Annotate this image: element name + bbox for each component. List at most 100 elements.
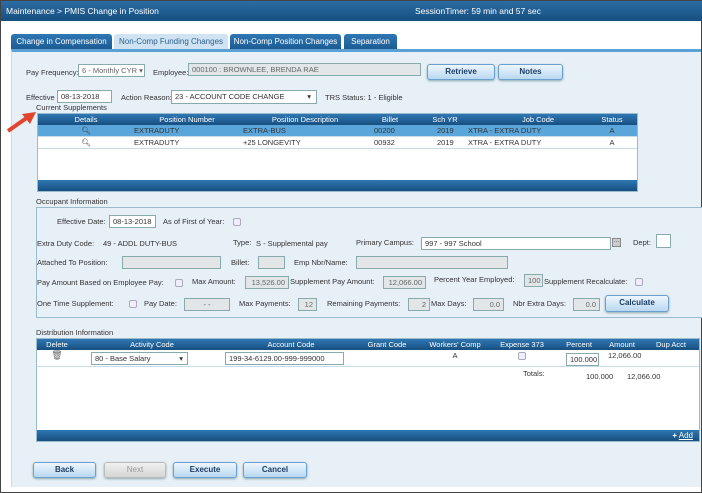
expense-373-checkbox[interactable] bbox=[518, 352, 526, 360]
magnifier-icon[interactable]: 🔍︎ bbox=[81, 137, 91, 148]
occupant-info-title: Occupant Information bbox=[36, 197, 108, 206]
percent-input[interactable]: 100.000 bbox=[566, 353, 599, 366]
pay-frequency-value: 6 - Monthly CYR bbox=[82, 66, 138, 75]
col-delete: Delete bbox=[46, 340, 68, 349]
col-position-description: Position Description bbox=[271, 115, 339, 124]
calculate-button[interactable]: Calculate bbox=[605, 295, 669, 312]
recalc-checkbox[interactable] bbox=[635, 278, 643, 286]
breadcrumb: Maintenance > PMIS Change in Position bbox=[6, 6, 159, 16]
first-of-year-label: As of First of Year: bbox=[163, 217, 225, 226]
col-percent: Percent bbox=[566, 340, 592, 349]
primary-campus-input[interactable]: 997 - 997 School bbox=[421, 237, 611, 250]
amount-value: 12,066.00 bbox=[608, 351, 642, 360]
recalc-label: Supplement Recalculate: bbox=[544, 277, 628, 286]
max-amount-input[interactable]: 13,526.00 bbox=[245, 276, 289, 289]
add-icon[interactable]: + bbox=[672, 431, 677, 440]
table-row[interactable]: 🔍︎ EXTRADUTY +25 LONGEVITY 00932 2019 XT… bbox=[38, 137, 637, 149]
col-activity-code: Activity Code bbox=[130, 340, 174, 349]
col-expense-373: Expense 373 bbox=[500, 340, 544, 349]
billet: 00932 bbox=[374, 138, 395, 147]
max-days-input[interactable]: 0.0 bbox=[473, 298, 504, 311]
attached-position-input[interactable] bbox=[122, 256, 221, 269]
action-reason-select[interactable]: 23 - ACCOUNT CODE CHANGE ▾ bbox=[171, 90, 317, 104]
position-number: EXTRADUTY bbox=[134, 126, 180, 135]
distribution-info-title: Distribution Information bbox=[36, 328, 114, 337]
first-of-year-checkbox[interactable] bbox=[233, 218, 241, 226]
status: A bbox=[609, 138, 615, 147]
notes-button[interactable]: Notes bbox=[498, 64, 563, 80]
table-row: 🗑︎ 80 - Base Salary ▾ 199-34-6129.00-999-… bbox=[37, 350, 699, 367]
pct-year-input[interactable]: 100 bbox=[524, 274, 543, 287]
grid-footer bbox=[38, 180, 637, 191]
job-code: XTRA - EXTRA DUTY bbox=[468, 138, 542, 147]
extra-days-input[interactable]: 0.0 bbox=[573, 298, 600, 311]
max-amount-label: Max Amount: bbox=[192, 277, 236, 286]
tab-change-in-compensation[interactable]: Change in Compensation bbox=[11, 34, 112, 50]
tab-non-comp-position-changes[interactable]: Non-Comp Position Changes bbox=[230, 34, 341, 50]
col-details: Details bbox=[74, 115, 98, 124]
workers-comp-value: A bbox=[452, 351, 458, 360]
total-percent: 100.000 bbox=[586, 372, 614, 381]
effective-dt-input[interactable]: 08-13-2018 bbox=[57, 90, 112, 103]
totals-label: Totals: bbox=[523, 369, 545, 378]
pay-based-checkbox[interactable] bbox=[175, 279, 183, 287]
tab-separation[interactable]: Separation bbox=[344, 34, 397, 50]
employee-field[interactable]: 000100 : BROWNLEE, BRENDA RAE bbox=[188, 63, 421, 76]
cancel-button[interactable]: Cancel bbox=[243, 462, 307, 478]
col-position-number: Position Number bbox=[159, 115, 215, 124]
col-grant-code: Grant Code bbox=[367, 340, 407, 349]
ellipsis-button[interactable]: … bbox=[612, 238, 621, 247]
status: A bbox=[609, 126, 615, 135]
retrieve-button[interactable]: Retrieve bbox=[427, 64, 495, 80]
position-description: EXTRA-BUS bbox=[243, 126, 286, 135]
table-row[interactable]: 🔍︎ EXTRADUTY EXTRA-BUS 00200 2019 XTRA -… bbox=[38, 125, 637, 137]
session-timer: SessionTimer: 59 min and 57 sec bbox=[415, 6, 541, 16]
col-amount: Amount bbox=[609, 340, 635, 349]
action-reason-label: Action Reason: bbox=[121, 93, 172, 102]
trash-icon[interactable]: 🗑︎ bbox=[51, 350, 62, 361]
dept-input[interactable] bbox=[656, 234, 671, 248]
supplements-grid: Details Position Number Position Descrip… bbox=[37, 113, 638, 192]
billet-input[interactable] bbox=[258, 256, 285, 269]
trs-status: TRS Status: 1 - Eligible bbox=[325, 93, 403, 102]
attached-position-label: Attached To Position: bbox=[37, 258, 108, 267]
add-link[interactable]: Add bbox=[679, 431, 693, 440]
col-workers-comp: Workers' Comp bbox=[429, 340, 481, 349]
employee-label: Employee: bbox=[153, 68, 189, 77]
action-reason-value: 23 - ACCOUNT CODE CHANGE bbox=[175, 92, 285, 101]
distribution-grid: Delete Activity Code Account Code Grant … bbox=[36, 338, 700, 442]
pay-frequency-select[interactable]: 6 - Monthly CYR ▾ bbox=[78, 64, 145, 77]
job-code: XTRA - EXTRA DUTY bbox=[468, 126, 542, 135]
emp-nbr-name-input[interactable] bbox=[356, 256, 508, 269]
col-account-code: Account Code bbox=[267, 340, 315, 349]
effective-date-input[interactable]: 08-13-2018 bbox=[109, 215, 156, 228]
next-button[interactable]: Next bbox=[104, 462, 166, 478]
billet-label: Billet: bbox=[231, 258, 250, 267]
one-time-checkbox[interactable] bbox=[129, 300, 137, 308]
total-amount: 12,066.00 bbox=[627, 372, 661, 381]
col-dup-acct: Dup Acct bbox=[655, 340, 687, 349]
max-payments-input[interactable]: 12 bbox=[298, 298, 317, 311]
grid-header: Delete Activity Code Account Code Grant … bbox=[37, 339, 699, 350]
activity-code-select[interactable]: 80 - Base Salary ▾ bbox=[91, 352, 188, 365]
pay-date-input[interactable]: - - bbox=[184, 298, 230, 311]
tab-non-comp-funding-changes[interactable]: Non-Comp Funding Changes bbox=[114, 34, 228, 50]
extra-duty-value: 49 - ADDL DUTY-BUS bbox=[103, 239, 178, 248]
magnifier-icon[interactable]: 🔍︎ bbox=[81, 125, 91, 136]
col-job-code: Job Code bbox=[521, 115, 555, 124]
billet: 00200 bbox=[374, 126, 395, 135]
supp-pay-label: Supplement Pay Amount: bbox=[290, 277, 375, 286]
grid-header: Details Position Number Position Descrip… bbox=[38, 114, 637, 125]
supp-pay-input[interactable]: 12,066.00 bbox=[383, 276, 426, 289]
execute-button[interactable]: Execute bbox=[173, 462, 237, 478]
remaining-payments-input[interactable]: 2 bbox=[408, 298, 430, 311]
col-status: Status bbox=[601, 115, 623, 124]
position-description: +25 LONGEVITY bbox=[243, 138, 301, 147]
account-code-input[interactable]: 199-34-6129.00-999-999000 bbox=[225, 352, 344, 365]
back-button[interactable]: Back bbox=[33, 462, 96, 478]
sch-yr: 2019 bbox=[437, 126, 454, 135]
extra-duty-label: Extra Duty Code: bbox=[37, 239, 95, 248]
max-payments-label: Max Payments: bbox=[239, 299, 291, 308]
max-days-label: Max Days: bbox=[431, 299, 467, 308]
chevron-down-icon: ▾ bbox=[307, 92, 311, 101]
